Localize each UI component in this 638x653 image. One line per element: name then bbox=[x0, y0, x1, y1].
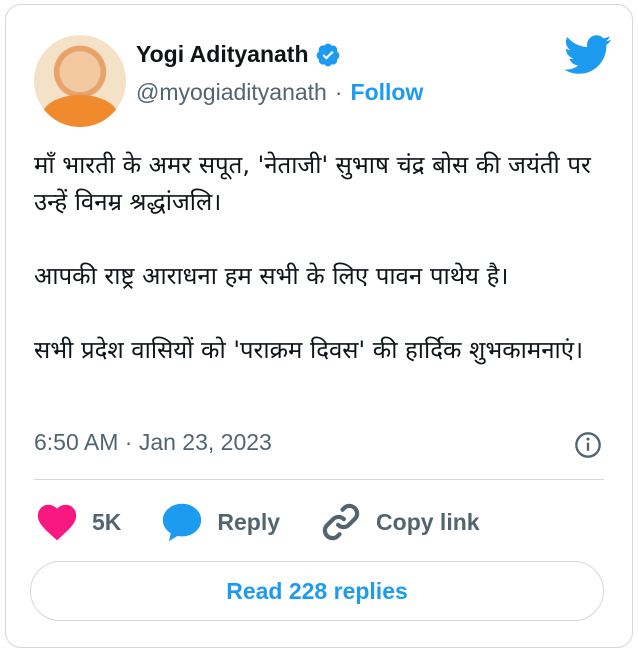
heart-icon bbox=[37, 504, 77, 541]
copy-link-label: Copy link bbox=[376, 508, 480, 535]
read-replies-button[interactable]: Read 228 replies bbox=[30, 561, 604, 621]
follow-button[interactable]: Follow bbox=[351, 79, 424, 106]
author-name[interactable]: Yogi Adityanath bbox=[136, 41, 309, 68]
copy-link-button[interactable]: Copy link bbox=[318, 499, 480, 545]
author-handle[interactable]: @myogiadityanath bbox=[136, 79, 327, 106]
info-icon[interactable] bbox=[574, 431, 602, 459]
tweet-paragraph: आपकी राष्ट्र आराधना हम सभी के लिए पावन प… bbox=[34, 262, 509, 290]
tweet-paragraph: सभी प्रदेश वासियों को 'पराक्रम दिवस' की … bbox=[34, 336, 584, 364]
tweet-card: Yogi Adityanath @myogiadityanath · Follo… bbox=[5, 4, 633, 648]
avatar-robe bbox=[42, 95, 118, 127]
tweet-text: माँ भारती के अमर सपूत, 'नेताजी' सुभाष चं… bbox=[34, 147, 614, 369]
twitter-bird-icon[interactable] bbox=[564, 35, 612, 75]
link-icon bbox=[322, 503, 360, 541]
reply-label: Reply bbox=[217, 508, 281, 535]
verified-badge-icon bbox=[316, 43, 339, 66]
handle-row: @myogiadityanath · Follow bbox=[136, 79, 423, 106]
like-count: 5K bbox=[92, 508, 122, 535]
separator-dot: · bbox=[334, 79, 343, 105]
like-button[interactable]: 5K bbox=[34, 499, 121, 545]
reply-button[interactable]: Reply bbox=[159, 499, 280, 545]
divider bbox=[34, 479, 604, 480]
speech-bubble-icon bbox=[163, 503, 202, 542]
tweet-paragraph: माँ भारती के अमर सपूत, 'नेताजी' सुभाष चं… bbox=[34, 151, 591, 216]
action-bar: 5K Reply Copy link bbox=[34, 497, 518, 547]
avatar[interactable] bbox=[34, 35, 126, 127]
tweet-timestamp[interactable]: 6:50 AM · Jan 23, 2023 bbox=[34, 429, 272, 456]
author-name-row: Yogi Adityanath bbox=[136, 41, 341, 68]
